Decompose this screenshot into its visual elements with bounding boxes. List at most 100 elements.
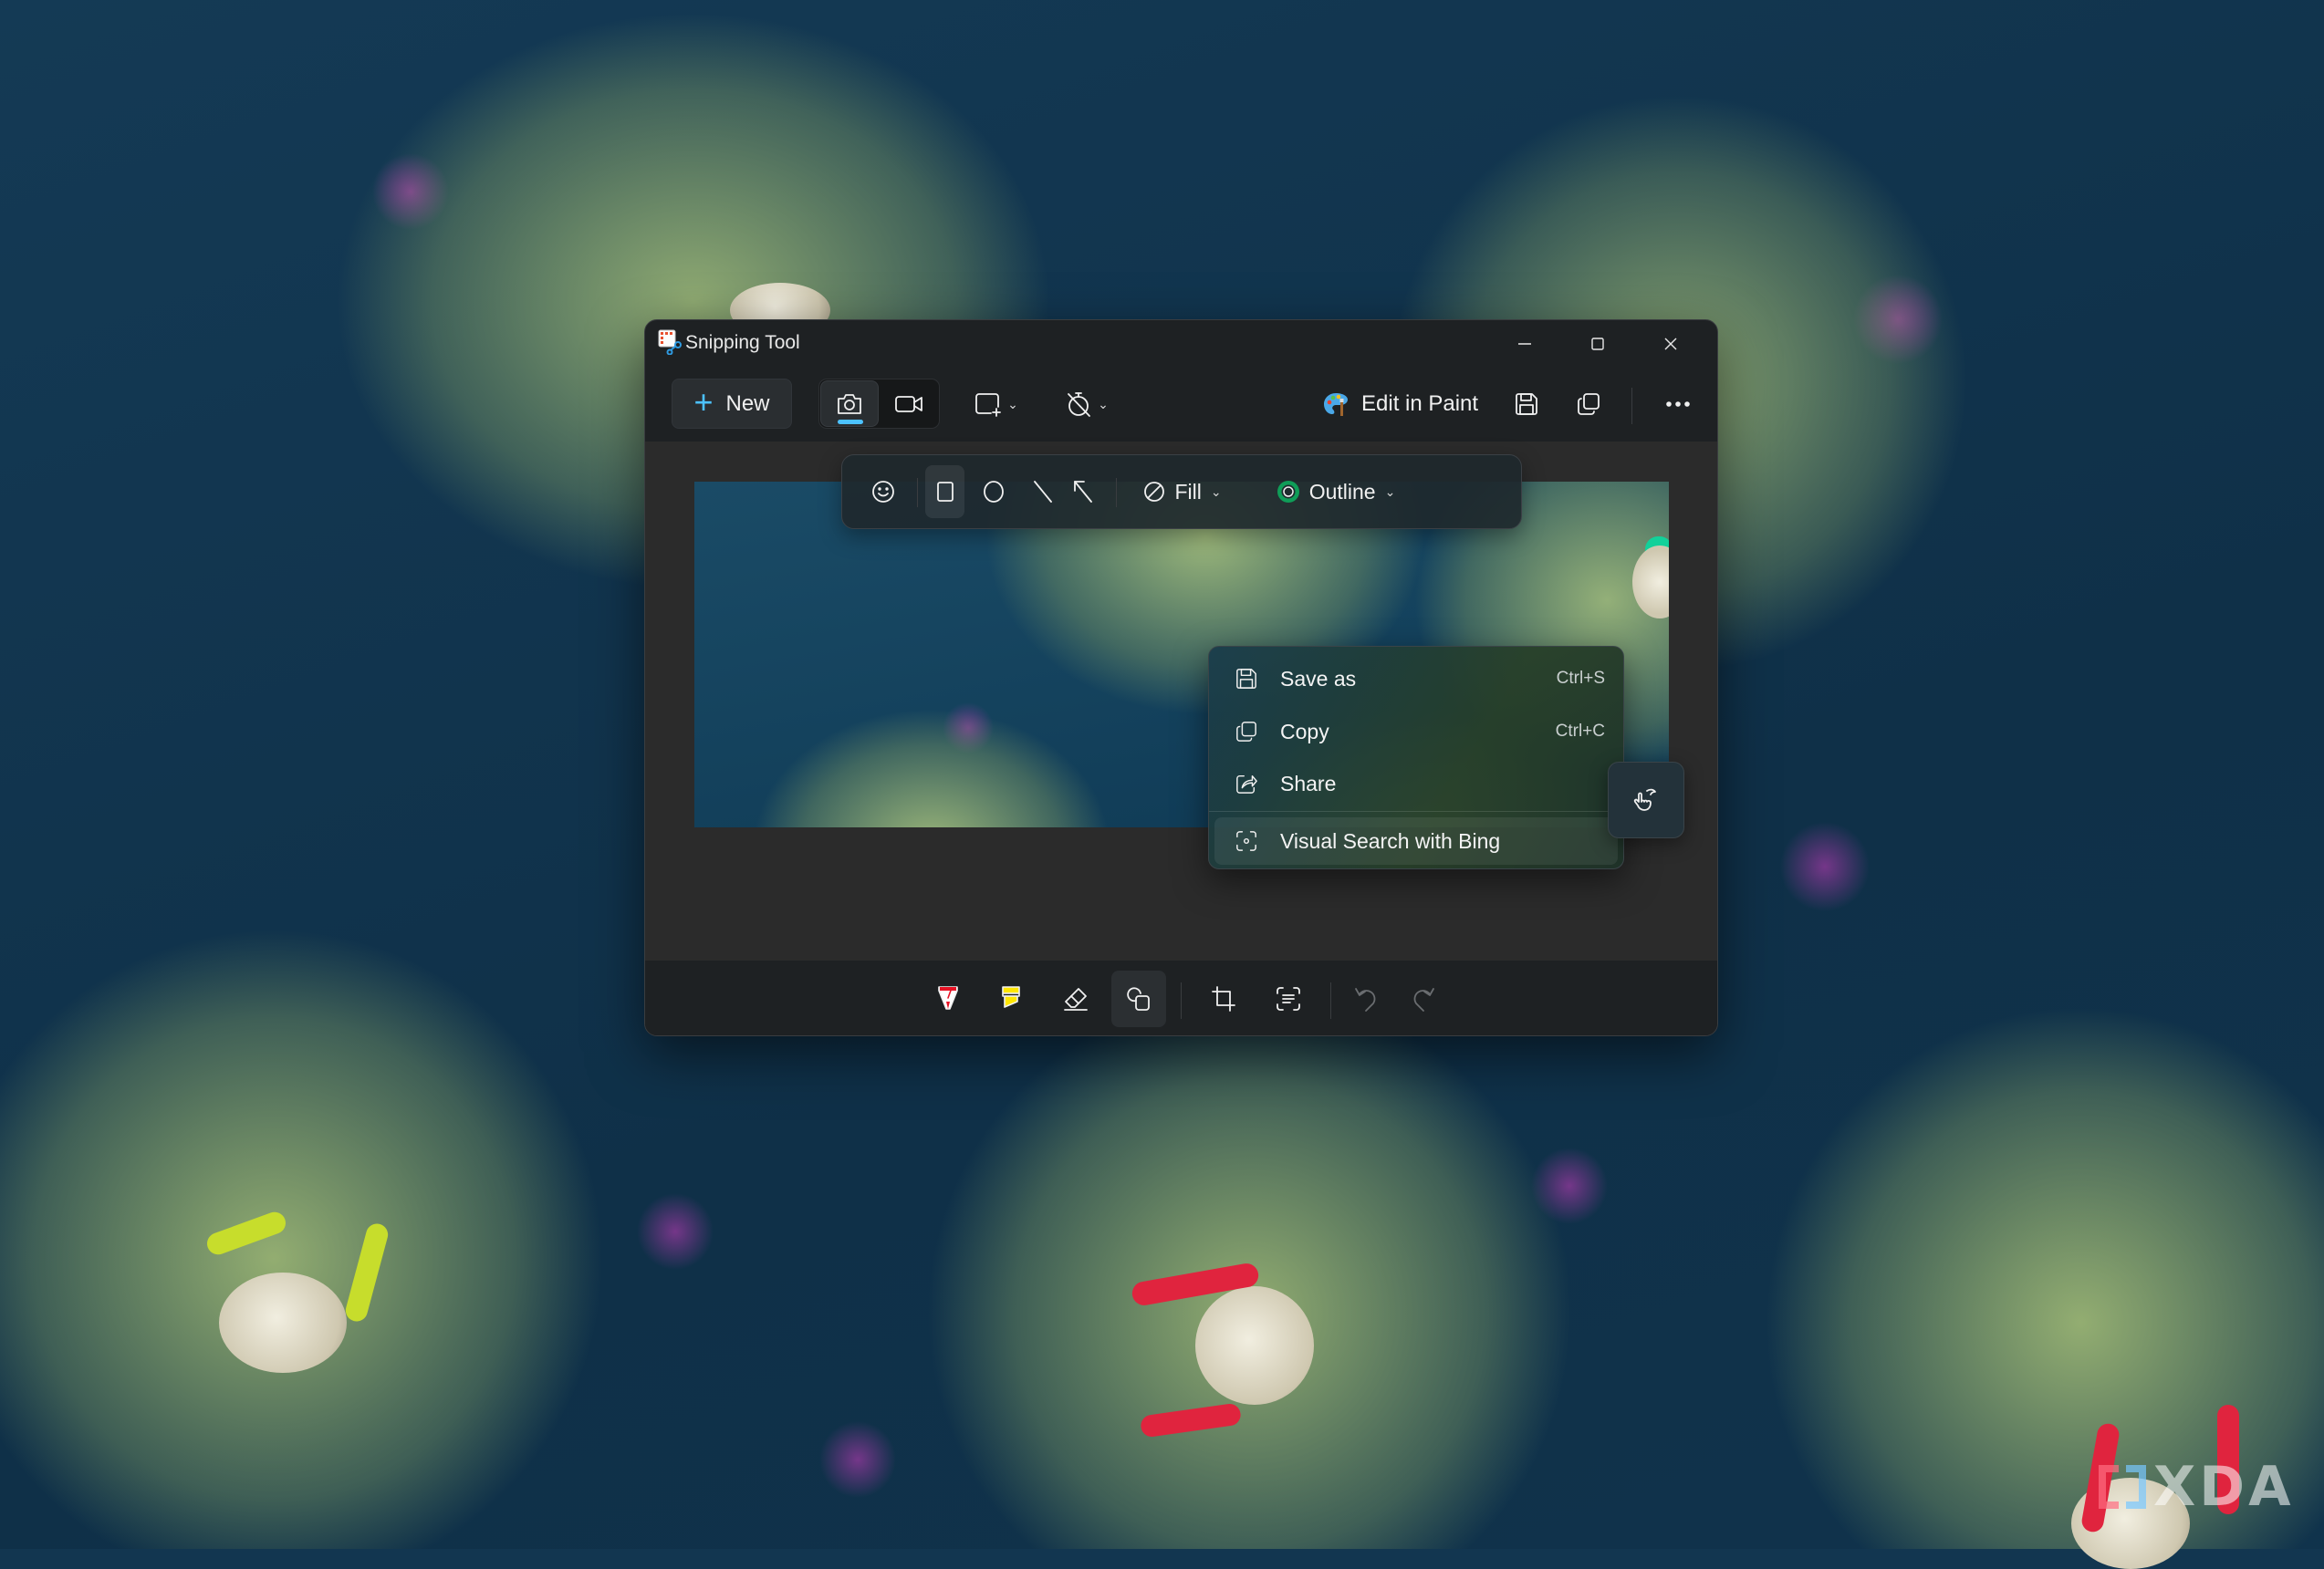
bottom-separator [1181, 982, 1182, 1019]
video-icon [895, 395, 922, 412]
new-label: New [725, 390, 770, 416]
undo-button[interactable] [1339, 971, 1393, 1027]
delay-timer-dropdown[interactable]: ⌄ [1054, 380, 1120, 428]
watermark-bracket-left [2099, 1465, 2119, 1509]
save-icon [1236, 669, 1256, 689]
menu-separator [1209, 811, 1623, 812]
text-actions-button[interactable] [1261, 971, 1316, 1027]
watermark-text: XDA [2153, 1455, 2295, 1519]
menu-item-label: Copy [1280, 719, 1329, 743]
minimize-icon [1518, 343, 1531, 345]
menu-item-label: Share [1280, 771, 1337, 795]
redo-button[interactable] [1396, 971, 1451, 1027]
share-icon [1236, 774, 1257, 794]
shapes-button[interactable] [1111, 971, 1166, 1027]
redo-icon [1413, 988, 1434, 1012]
ellipse-shape-button[interactable] [970, 465, 1017, 518]
plus-icon: + [693, 382, 714, 421]
text-actions-icon [1277, 987, 1300, 1011]
maximize-icon [1591, 338, 1604, 350]
bottom-separator [1330, 982, 1331, 1019]
emoji-icon [872, 481, 894, 503]
highlighter-icon [1002, 986, 1020, 1008]
close-icon [1664, 338, 1677, 350]
wallpaper-sleeve [343, 1221, 391, 1325]
wallpaper-sleeve [1139, 1402, 1243, 1439]
shapes-toolbar: Fill ⌄ Outline ⌄ [841, 454, 1522, 529]
fill-dropdown[interactable]: Fill ⌄ [1132, 465, 1233, 518]
shapes-icon [1127, 987, 1150, 1011]
snip-mode-button[interactable] [820, 380, 879, 427]
outline-label: Outline [1308, 479, 1376, 504]
outline-dropdown[interactable]: Outline ⌄ [1249, 465, 1423, 518]
edit-in-paint-button[interactable]: Edit in Paint [1316, 380, 1485, 428]
window-title: Snipping Tool [685, 332, 800, 353]
shapes-separator [917, 478, 918, 507]
crop-button[interactable] [1196, 971, 1251, 1027]
no-timer-icon [1068, 392, 1091, 417]
title-bar[interactable]: Snipping Tool [645, 320, 1717, 368]
image-detail [1632, 546, 1669, 618]
menu-item-label: Visual Search with Bing [1280, 828, 1501, 853]
xda-watermark: XDA [2099, 1455, 2295, 1519]
eraser-button[interactable] [1048, 971, 1103, 1027]
toolbar-separator [1631, 388, 1632, 424]
visual-search-icon [1236, 831, 1256, 851]
snip-shape-dropdown[interactable]: ⌄ [964, 380, 1028, 428]
camera-icon [838, 393, 861, 414]
record-mode-button[interactable] [880, 380, 938, 427]
wallpaper-hat [219, 1273, 347, 1373]
ballpoint-pen-icon [938, 986, 958, 1010]
menu-item-share[interactable]: Share [1214, 760, 1618, 807]
rectangle-snip-icon [975, 393, 1002, 417]
context-menu: Save as Ctrl+S Copy Ctrl+C Share Visual … [1208, 646, 1624, 869]
new-snip-button[interactable]: + New [672, 379, 792, 429]
highlighter-button[interactable] [984, 971, 1038, 1027]
arrow-icon [1074, 481, 1092, 503]
arrow-shape-button[interactable] [1059, 465, 1107, 518]
rectangle-shape-button[interactable] [925, 465, 964, 518]
menu-item-copy[interactable]: Copy Ctrl+C [1214, 708, 1618, 755]
wallpaper-hat [1195, 1286, 1314, 1405]
wallpaper-sleeve [203, 1209, 289, 1258]
chevron-down-icon: ⌄ [1098, 396, 1109, 411]
menu-item-save-as[interactable]: Save as Ctrl+S [1214, 655, 1618, 702]
save-icon [1516, 393, 1537, 415]
bottom-toolbar [645, 961, 1717, 1035]
menu-item-shortcut: Ctrl+S [1556, 669, 1605, 688]
snipping-tool-app-icon [658, 329, 682, 356]
no-fill-icon [1144, 482, 1165, 502]
chevron-down-icon: ⌄ [1007, 396, 1018, 411]
snipping-tool-window: Snipping Tool + New ⌄ ⌄ Edit in Paint Fi… [644, 319, 1718, 1036]
ballpoint-pen-button[interactable] [921, 971, 975, 1027]
edit-in-paint-label: Edit in Paint [1361, 391, 1479, 416]
minimize-button[interactable] [1488, 320, 1561, 368]
see-more-button[interactable] [1654, 380, 1702, 428]
watermark-bracket-right [2126, 1465, 2146, 1509]
save-button[interactable] [1503, 380, 1550, 428]
main-toolbar: + New ⌄ ⌄ Edit in Paint [645, 368, 1717, 442]
paint-palette-icon [1324, 393, 1348, 416]
close-button[interactable] [1634, 320, 1707, 368]
copy-icon [1578, 393, 1600, 415]
menu-item-shortcut: Ctrl+C [1555, 722, 1605, 741]
chevron-down-icon: ⌄ [1384, 483, 1396, 499]
canvas-area: Fill ⌄ Outline ⌄ Save as Ctrl+S Copy Ctr… [645, 442, 1717, 961]
undo-icon [1355, 988, 1376, 1012]
outline-color-icon [1277, 481, 1299, 503]
ellipse-icon [984, 481, 1004, 503]
shapes-separator [1116, 478, 1117, 507]
eraser-icon [1064, 988, 1088, 1011]
capture-mode-toggle [818, 379, 940, 429]
selected-indicator [838, 420, 863, 424]
chevron-down-icon: ⌄ [1210, 483, 1222, 499]
emoji-button[interactable] [857, 465, 910, 518]
maximize-button[interactable] [1561, 320, 1634, 368]
touch-hand-icon [1633, 788, 1656, 811]
touch-writing-button[interactable] [1608, 762, 1684, 838]
copy-icon [1236, 722, 1256, 742]
menu-item-visual-search-bing[interactable]: Visual Search with Bing [1214, 817, 1618, 865]
more-icon [1666, 401, 1690, 407]
fill-label: Fill [1174, 479, 1202, 504]
copy-button[interactable] [1565, 380, 1612, 428]
